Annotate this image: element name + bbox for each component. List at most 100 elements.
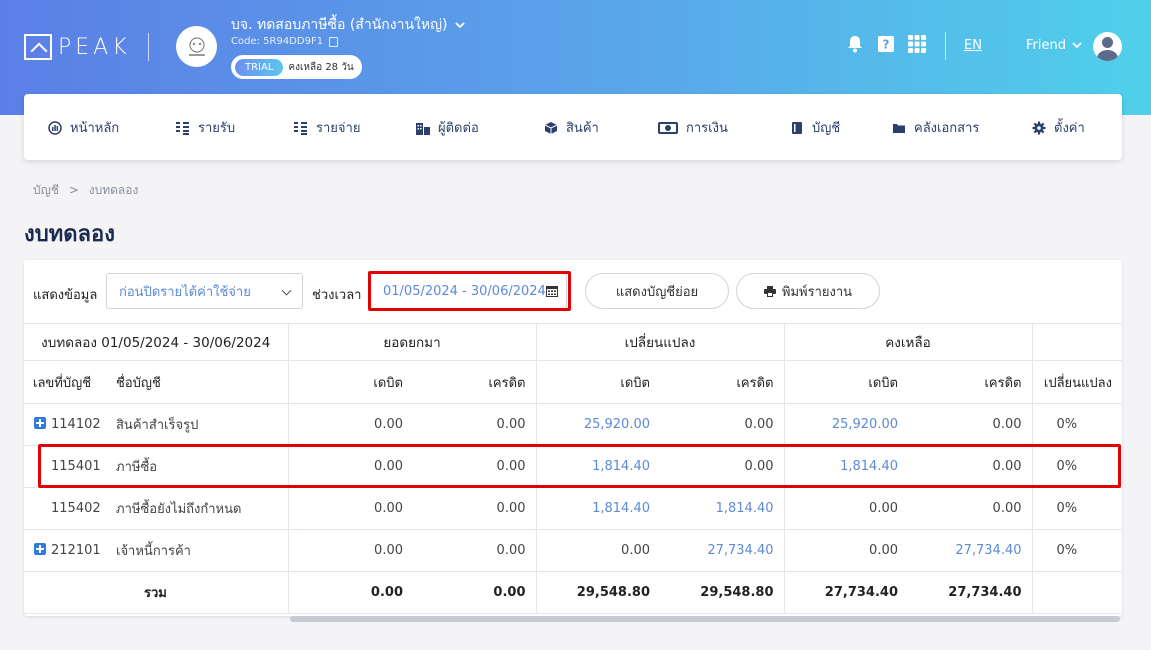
header-divider — [148, 33, 149, 61]
change-debit-link[interactable]: 1,814.40 — [536, 487, 660, 530]
group-header-opening: ยอดยกมา — [288, 323, 537, 361]
contacts-icon — [416, 122, 430, 135]
period-label: ช่วงเวลา — [312, 288, 362, 303]
user-menu[interactable]: Friend — [1026, 38, 1082, 53]
change-percent: 0% — [1032, 529, 1122, 572]
printer-icon — [763, 285, 776, 297]
trial-remaining: คงเหลือ 28 วัน — [288, 61, 354, 73]
nav-item-documents[interactable]: คลังเอกสาร — [892, 117, 979, 138]
table-row: 115402 ภาษีซื้อยังไม่ถึงกำหนด 0.00 0.00 … — [24, 487, 1122, 530]
change-credit: 0.00 — [660, 403, 785, 446]
nav-item-dashboard[interactable]: หน้าหลัก — [48, 117, 119, 138]
opening-debit: 0.00 — [288, 487, 413, 530]
opening-credit: 0.00 — [413, 487, 537, 530]
breadcrumb-current: งบทดลอง — [88, 183, 139, 197]
logo-mark-icon — [24, 34, 52, 60]
main-nav: หน้าหลัก รายรับ รายจ่าย ผู้ติดต่อ สินค้า… — [24, 94, 1122, 160]
nav-item-settings[interactable]: ตั้งค่า — [1032, 117, 1085, 138]
account-name[interactable]: ภาษีซื้อยังไม่ถึงกำหนด — [104, 487, 289, 530]
company-code: Code: 5R94DD9F1 — [231, 36, 339, 47]
horizontal-scrollbar[interactable] — [290, 616, 1120, 622]
balance-credit-link[interactable]: 27,734.40 — [908, 529, 1033, 572]
change-credit-link[interactable]: 1,814.40 — [660, 487, 785, 530]
total-opening-credit: 0.00 — [413, 571, 537, 614]
nav-item-contacts[interactable]: ผู้ติดต่อ — [416, 117, 479, 138]
page-title: งบทดลอง — [24, 222, 115, 247]
trial-status[interactable]: TRIAL คงเหลือ 28 วัน — [231, 55, 362, 79]
change-credit-link[interactable]: 27,734.40 — [660, 529, 785, 572]
col-change-percent: เปลี่ยนแปลง — [1032, 360, 1122, 404]
dashboard-icon — [48, 120, 62, 135]
chevron-down-icon — [1072, 42, 1082, 49]
opening-credit: 0.00 — [413, 529, 537, 572]
print-report-button[interactable]: พิมพ์รายงาน — [736, 273, 880, 309]
nav-item-accounting[interactable]: บัญชี — [790, 117, 840, 138]
display-label: แสดงข้อมูล — [33, 288, 98, 303]
header-divider — [945, 32, 946, 60]
account-no[interactable]: 115402 — [24, 487, 104, 530]
col-account-no: เลขที่บัญชี — [24, 360, 104, 404]
help-icon[interactable]: ? — [876, 34, 896, 54]
balance-debit: 0.00 — [784, 487, 908, 530]
copy-icon[interactable] — [329, 36, 339, 47]
bell-icon[interactable] — [845, 34, 865, 54]
chevron-down-icon — [455, 21, 466, 28]
balance-credit: 0.00 — [908, 403, 1033, 446]
col-change-credit: เครดิต — [660, 360, 785, 404]
breadcrumb: บัญชี > งบทดลอง — [33, 181, 138, 200]
total-change-debit: 29,548.80 — [536, 571, 660, 614]
account-name[interactable]: สินค้าสำเร็จรูป — [104, 403, 289, 446]
show-sub-accounts-button[interactable]: แสดงบัญชีย่อย — [585, 273, 729, 309]
col-change-debit: เดบิต — [536, 360, 660, 404]
breadcrumb-parent[interactable]: บัญชี — [33, 183, 59, 197]
money-icon — [658, 121, 678, 134]
total-label: รวม — [104, 571, 289, 614]
nav-item-expense[interactable]: รายจ่าย — [294, 117, 360, 138]
opening-credit: 0.00 — [413, 403, 537, 446]
table-title: งบทดลอง 01/05/2024 - 30/06/2024 — [24, 323, 289, 361]
account-no[interactable]: 212101 — [51, 543, 101, 558]
expense-icon — [294, 121, 307, 135]
col-balance-debit: เดบิต — [784, 360, 908, 404]
language-switch[interactable]: EN — [964, 38, 982, 53]
change-debit-link[interactable]: 25,920.00 — [536, 403, 660, 446]
balance-debit: 0.00 — [784, 529, 908, 572]
income-icon — [176, 121, 189, 135]
total-balance-credit: 27,734.40 — [908, 571, 1033, 614]
display-select[interactable]: ก่อนปิดรายได้ค่าใช้จ่าย — [106, 273, 303, 309]
group-header-change: เปลี่ยนแปลง — [536, 323, 785, 361]
balance-credit: 0.00 — [908, 487, 1033, 530]
expand-plus-icon[interactable] — [34, 417, 46, 429]
col-account-name: ชื่อบัญชี — [104, 360, 289, 404]
total-opening-debit: 0.00 — [288, 571, 413, 614]
box-icon — [544, 121, 558, 134]
avatar[interactable] — [1093, 32, 1122, 61]
apps-grid-icon[interactable] — [907, 34, 927, 54]
company-switcher[interactable]: บจ. ทดสอบภาษีซื้อ (สำนักงานใหญ่) — [231, 14, 466, 36]
nav-item-income[interactable]: รายรับ — [176, 117, 235, 138]
col-opening-credit: เครดิต — [413, 360, 537, 404]
col-opening-debit: เดบิต — [288, 360, 413, 404]
col-balance-credit: เครดิต — [908, 360, 1033, 404]
table-row: 114102 สินค้าสำเร็จรูป 0.00 0.00 25,920.… — [24, 403, 1122, 446]
total-balance-debit: 27,734.40 — [784, 571, 908, 614]
nav-item-products[interactable]: สินค้า — [544, 117, 599, 138]
total-row: รวม 0.00 0.00 29,548.80 29,548.80 27,734… — [24, 571, 1122, 614]
peak-logo[interactable]: PEAK — [24, 34, 131, 60]
trial-badge: TRIAL — [235, 58, 284, 76]
group-header-balance: คงเหลือ — [784, 323, 1033, 361]
highlight-row-115401 — [38, 444, 1121, 488]
expand-plus-icon[interactable] — [34, 543, 46, 555]
account-no[interactable]: 114102 — [51, 417, 101, 432]
balance-debit-link[interactable]: 25,920.00 — [784, 403, 908, 446]
svg-text:?: ? — [883, 38, 890, 52]
change-percent: 0% — [1032, 487, 1122, 530]
breadcrumb-separator: > — [68, 183, 79, 197]
nav-item-finance[interactable]: การเงิน — [658, 117, 728, 138]
opening-debit: 0.00 — [288, 403, 413, 446]
account-name[interactable]: เจ้าหนี้การค้า — [104, 529, 289, 572]
folder-icon — [893, 123, 905, 133]
group-header-empty — [1032, 323, 1122, 361]
table-row: 212101 เจ้าหนี้การค้า 0.00 0.00 0.00 27,… — [24, 529, 1122, 572]
company-logo — [176, 26, 217, 67]
